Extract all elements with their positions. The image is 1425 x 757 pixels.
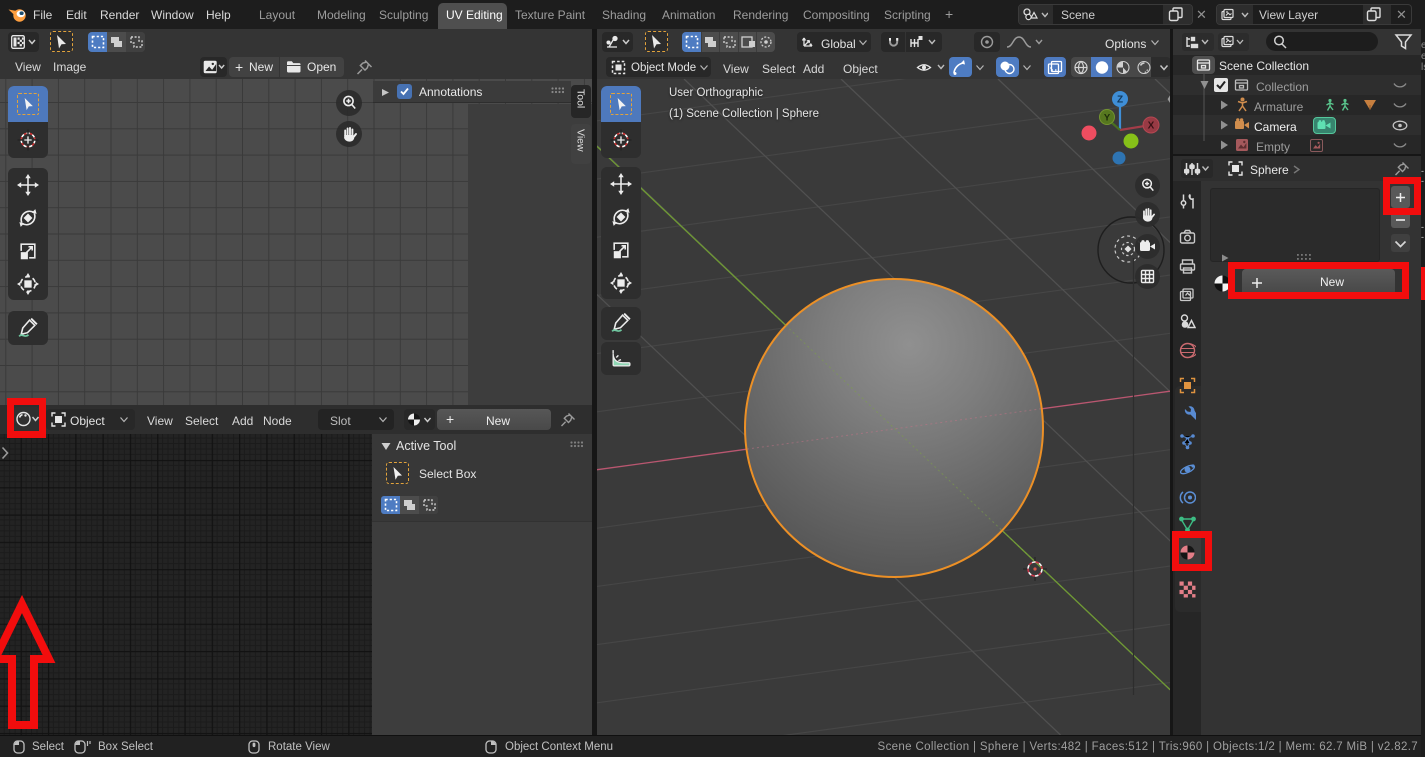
svg-text:Z: Z (1117, 95, 1123, 106)
svg-text:X: X (1148, 121, 1155, 132)
svg-text:Y: Y (1104, 113, 1111, 124)
